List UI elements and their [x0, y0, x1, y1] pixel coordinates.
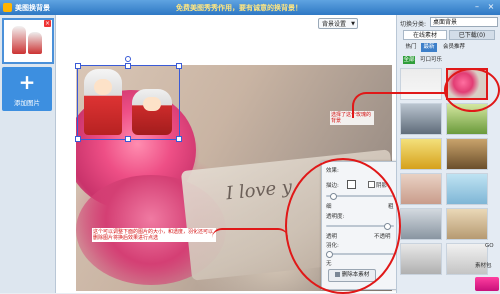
material-thumb-10[interactable]: [446, 208, 488, 240]
image-list-panel: × + 添加图片: [0, 15, 56, 293]
character-face-2: [143, 97, 161, 111]
background-settings-dropdown[interactable]: 背景设置 ▼: [318, 18, 358, 29]
image-thumbnail[interactable]: ×: [2, 18, 54, 64]
material-thumb-5[interactable]: [400, 138, 442, 170]
character-thumbnail-figure-2: [28, 32, 42, 54]
plus-icon: +: [18, 70, 36, 94]
tab-downloaded[interactable]: 已下载(0): [449, 30, 495, 40]
material-thumb-6[interactable]: [446, 138, 488, 170]
annotation-arrow-bottom: [212, 228, 288, 242]
character-sticker[interactable]: [80, 67, 176, 137]
character-thumbnail-figure: [12, 26, 26, 54]
app-logo-icon: [3, 3, 12, 12]
material-thumb-8[interactable]: [446, 173, 488, 205]
apply-button[interactable]: [475, 277, 499, 291]
material-thumb-9[interactable]: [400, 208, 442, 240]
close-button[interactable]: ×: [486, 2, 496, 12]
add-image-button[interactable]: + 添加图片: [2, 67, 52, 111]
resize-handle-ne[interactable]: [176, 63, 182, 69]
annotation-circle-props: [285, 158, 401, 294]
character-face: [94, 79, 112, 95]
filter-all[interactable]: 全部: [403, 56, 415, 64]
red-robe-character: [132, 89, 172, 135]
rotate-handle[interactable]: [125, 56, 131, 62]
material-thumb-12[interactable]: [446, 243, 488, 275]
minimize-button[interactable]: –: [472, 2, 482, 12]
background-settings-label: 背景设置: [322, 21, 347, 28]
promo-text[interactable]: 免费美图秀秀作用，要有诚意的换背景！: [176, 3, 302, 13]
white-hair-character: [84, 69, 122, 135]
material-thumb-7[interactable]: [400, 173, 442, 205]
filter-cocacola[interactable]: 可口可乐: [418, 56, 444, 64]
annotation-arrow-right: [352, 92, 446, 118]
add-image-label: 添加图片: [14, 99, 40, 107]
category-select[interactable]: 桌面背景: [430, 17, 498, 27]
material-pack-label[interactable]: 素材包: [475, 261, 492, 269]
switch-category-label: 切换分类:: [400, 21, 427, 28]
window-title: 美图换背景: [15, 4, 50, 12]
remove-thumbnail-icon[interactable]: ×: [44, 20, 51, 27]
resize-handle-se[interactable]: [176, 136, 182, 142]
material-panel: 切换分类: 桌面背景 在线素材 已下载(0) 热门 最新 会员推荐 全部 可口可…: [396, 15, 500, 293]
annotation-circle-thumb: [444, 68, 500, 112]
go-button[interactable]: GO: [485, 243, 494, 249]
subtab-recommended[interactable]: 会员推荐: [440, 43, 468, 52]
annotation-note-bottom: 这个可以调整下面的图片的大小，和透度，羽化还可以删除图片将换后效果进行点选: [92, 228, 216, 242]
title-bar: 美图换背景 免费美图秀秀作用，要有诚意的换背景！ – ×: [0, 0, 500, 15]
tab-online-materials[interactable]: 在线素材: [403, 30, 447, 40]
subtab-new[interactable]: 最新: [421, 43, 437, 52]
subtab-hot[interactable]: 热门: [403, 43, 419, 52]
chevron-down-icon: ▼: [351, 21, 355, 27]
material-thumb-11[interactable]: [400, 243, 442, 275]
